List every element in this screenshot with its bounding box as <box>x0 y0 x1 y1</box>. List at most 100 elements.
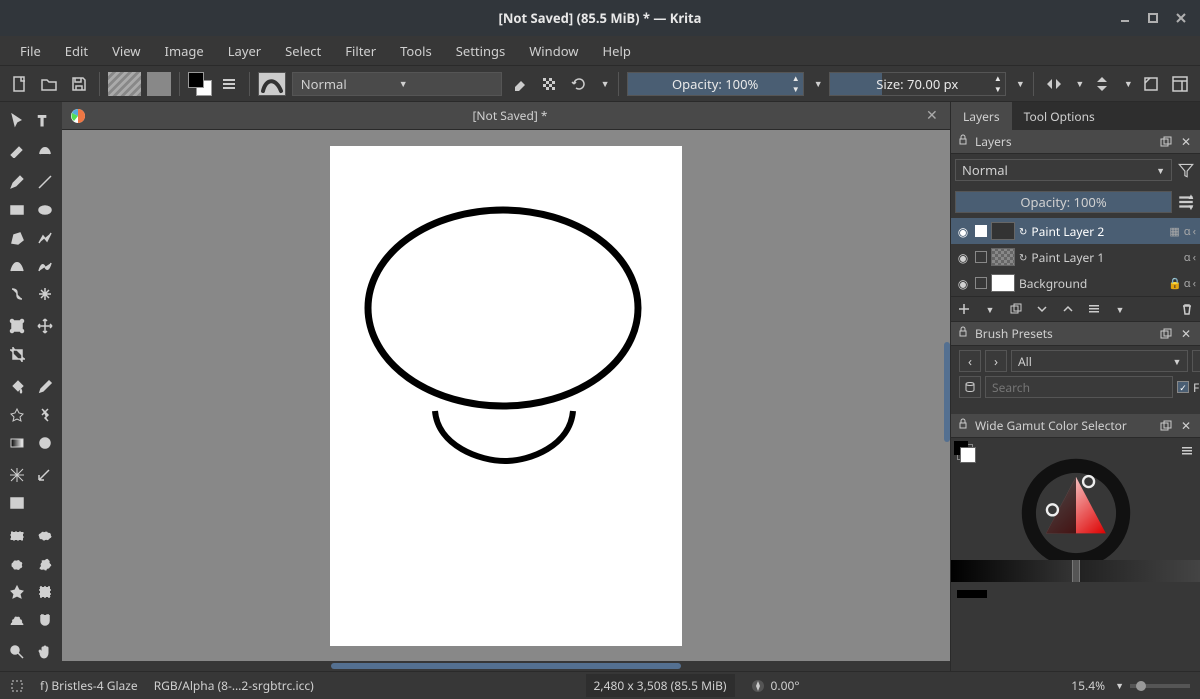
minimize-button[interactable] <box>1114 7 1136 29</box>
freehand-select-tool[interactable] <box>4 551 30 577</box>
rotation-field[interactable]: 0.00° <box>751 677 800 694</box>
move-tool[interactable] <box>32 313 58 339</box>
rectangle-tool[interactable] <box>4 197 30 223</box>
similar-color-select-tool[interactable] <box>32 579 58 605</box>
crop-tool[interactable] <box>4 341 30 367</box>
brush-tag-filter[interactable]: All ▼ <box>1011 350 1188 372</box>
mirror-horizontal-icon[interactable] <box>1042 72 1066 96</box>
polygon-tool[interactable] <box>4 225 30 251</box>
menu-view[interactable]: View <box>100 36 152 66</box>
rect-select-tool[interactable] <box>4 523 30 549</box>
brush-next-button[interactable]: › <box>985 350 1007 372</box>
close-panel-icon[interactable]: ✕ <box>1178 418 1194 434</box>
dynamic-brush-tool[interactable] <box>4 281 30 307</box>
assistants-tool[interactable] <box>4 462 30 488</box>
float-panel-icon[interactable] <box>1158 418 1174 434</box>
polyline-tool[interactable] <box>32 225 58 251</box>
float-panel-icon[interactable] <box>1158 134 1174 150</box>
menu-image[interactable]: Image <box>153 36 216 66</box>
open-file-icon[interactable] <box>38 72 62 96</box>
lock-icon[interactable]: 🔒 <box>1168 276 1182 291</box>
menu-filter[interactable]: Filter <box>333 36 388 66</box>
pan-tool[interactable] <box>32 639 58 665</box>
edit-shapes-tool[interactable] <box>4 136 30 162</box>
save-file-icon[interactable] <box>67 72 91 96</box>
bezier-select-tool[interactable] <box>4 607 30 633</box>
layer-blend-select[interactable]: Normal ▼ <box>955 159 1172 181</box>
add-layer-button[interactable] <box>955 300 973 318</box>
brush-search-input[interactable] <box>985 376 1173 398</box>
chevron-down-icon[interactable]: ▼ <box>1124 77 1133 90</box>
menu-select[interactable]: Select <box>273 36 333 66</box>
brush-prev-button[interactable]: ‹ <box>959 350 981 372</box>
tab-tool-options[interactable]: Tool Options <box>1012 102 1107 130</box>
wraparound-icon[interactable] <box>1139 72 1163 96</box>
menu-edit[interactable]: Edit <box>53 36 100 66</box>
new-file-icon[interactable] <box>8 72 32 96</box>
color-history[interactable] <box>951 560 1072 582</box>
reload-preset-icon[interactable] <box>567 72 591 96</box>
opacity-spinner[interactable]: ▲▼ <box>789 73 803 95</box>
gradient-swatch[interactable] <box>108 72 141 96</box>
size-spinner[interactable]: ▲▼ <box>991 73 1005 95</box>
filter-icon[interactable] <box>1176 158 1196 182</box>
canvas[interactable] <box>330 146 682 646</box>
add-layer-dropdown[interactable]: ▼ <box>981 300 999 318</box>
layer-row[interactable]: ◉ ↻ Paint Layer 2 ▦α‹ <box>951 218 1200 244</box>
tab-layers[interactable]: Layers <box>951 102 1012 130</box>
pattern-swatch[interactable] <box>147 72 171 96</box>
workspace-icon[interactable] <box>1168 72 1192 96</box>
ellipse-tool[interactable] <box>32 197 58 223</box>
layer-properties-dropdown[interactable]: ▼ <box>1111 300 1129 318</box>
panel-menu-icon[interactable] <box>1180 444 1194 462</box>
menu-help[interactable]: Help <box>591 36 643 66</box>
mirror-vertical-icon[interactable] <box>1090 72 1114 96</box>
pointer-tool[interactable] <box>4 108 30 134</box>
layer-checkbox[interactable] <box>975 251 987 263</box>
layer-row[interactable]: ◉ ↻ Paint Layer 1 α‹ <box>951 244 1200 270</box>
color-picker-tool[interactable] <box>32 374 58 400</box>
visibility-icon[interactable]: ◉ <box>955 223 971 240</box>
layer-name[interactable]: Paint Layer 1 <box>1031 249 1179 266</box>
layer-name[interactable]: Paint Layer 2 <box>1031 223 1163 240</box>
menu-layer[interactable]: Layer <box>216 36 273 66</box>
ellipse-select-tool[interactable] <box>32 523 58 549</box>
alpha-lock-icon[interactable] <box>537 72 561 96</box>
layer-name[interactable]: Background <box>1019 275 1164 292</box>
menu-window[interactable]: Window <box>517 36 590 66</box>
menu-file[interactable]: File <box>8 36 53 66</box>
contiguous-select-tool[interactable] <box>4 579 30 605</box>
layer-opacity-slider[interactable]: Opacity: 100% ▲▼ <box>955 191 1172 213</box>
move-layer-down-button[interactable] <box>1033 300 1051 318</box>
delete-layer-button[interactable] <box>1178 300 1196 318</box>
menu-tools[interactable]: Tools <box>388 36 444 66</box>
duplicate-layer-button[interactable] <box>1007 300 1025 318</box>
menu-settings[interactable]: Settings <box>444 36 517 66</box>
layer-checkbox[interactable] <box>975 277 987 289</box>
layer-properties-button[interactable] <box>1085 300 1103 318</box>
move-layer-up-button[interactable] <box>1059 300 1077 318</box>
colorize-mask-tool[interactable] <box>4 402 30 428</box>
brush-tag-button[interactable]: 🔖 Tag ▼ <box>1192 350 1200 372</box>
color-wheel[interactable] <box>1021 458 1131 568</box>
gradient-tool[interactable] <box>4 430 30 456</box>
size-slider[interactable]: Size: 70.00 px ▲▼ <box>829 72 1006 96</box>
filter-in-tag-checkbox[interactable]: ✓ Filter in Tag <box>1177 379 1200 396</box>
fg-bg-swatch[interactable] <box>957 444 973 460</box>
chevron-down-icon[interactable]: ▼ <box>814 77 823 90</box>
visibility-icon[interactable]: ◉ <box>955 249 971 266</box>
multibrush-tool[interactable] <box>32 281 58 307</box>
more-icon[interactable]: ‹ <box>1193 250 1196 265</box>
horizontal-scrollbar[interactable] <box>68 663 944 669</box>
pattern-edit-tool[interactable] <box>32 430 58 456</box>
status-color-profile[interactable]: RGB/Alpha (8-…2-srgbtrc.icc) <box>154 677 314 694</box>
opacity-slider[interactable]: Opacity: 100% ▲▼ <box>627 72 804 96</box>
magnetic-select-tool[interactable] <box>32 607 58 633</box>
brush-preset-preview[interactable] <box>258 72 286 96</box>
color-selector[interactable] <box>951 438 1200 588</box>
polygon-select-tool[interactable] <box>32 551 58 577</box>
canvas-viewport[interactable] <box>62 130 950 661</box>
layer-checkbox[interactable] <box>975 225 987 237</box>
color-history[interactable] <box>1080 560 1200 582</box>
selection-mode-icon[interactable] <box>10 679 24 693</box>
